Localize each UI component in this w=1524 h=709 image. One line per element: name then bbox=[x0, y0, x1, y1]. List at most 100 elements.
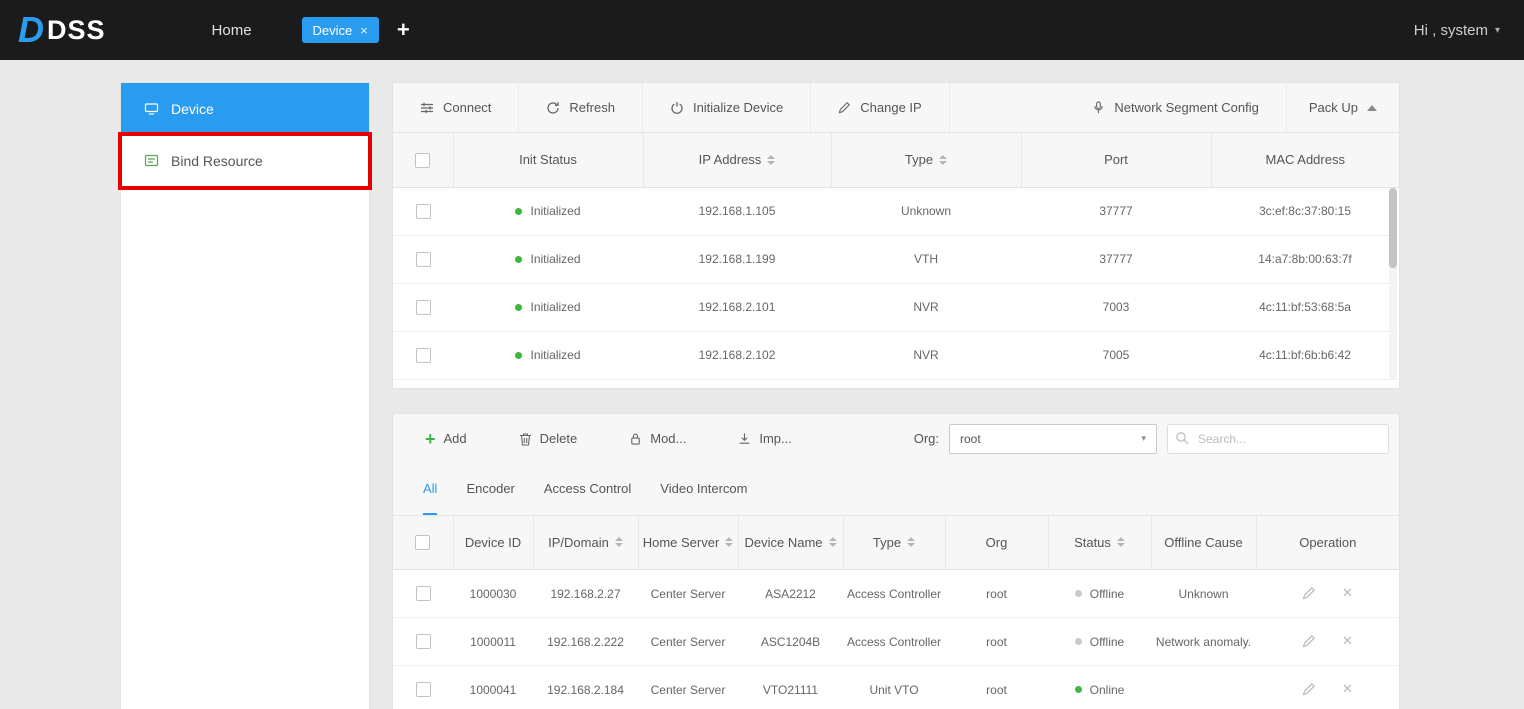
row-checkbox[interactable] bbox=[415, 347, 431, 363]
port-cell: 37777 bbox=[1021, 187, 1211, 236]
type-cell: Unknown bbox=[831, 187, 1021, 236]
ip-address-cell: 192.168.1.105 bbox=[643, 187, 831, 236]
mac-address-cell: 14:a7:8b:00:63:7f bbox=[1211, 235, 1399, 284]
row-checkbox[interactable] bbox=[415, 203, 431, 219]
connect-button[interactable]: Connect bbox=[393, 83, 520, 132]
tab-device[interactable]: Device × bbox=[301, 17, 379, 43]
modify-password-button[interactable]: Mod... bbox=[629, 431, 686, 446]
sort-icon[interactable] bbox=[1116, 537, 1125, 548]
tab-encoder[interactable]: Encoder bbox=[466, 464, 514, 515]
table-row: 1000030 192.168.2.27 Center Server ASA22… bbox=[393, 569, 1399, 618]
refresh-icon bbox=[546, 101, 560, 115]
lock-icon bbox=[629, 432, 642, 446]
add-tab-button[interactable]: + bbox=[397, 19, 410, 41]
pack-up-button[interactable]: Pack Up bbox=[1285, 83, 1399, 132]
mac-address-cell: 3c:ef:8c:37:80:15 bbox=[1211, 187, 1399, 236]
close-tab-icon[interactable]: × bbox=[360, 23, 368, 38]
col-device-name[interactable]: Device Name bbox=[738, 515, 844, 570]
col-ip-domain[interactable]: IP/Domain bbox=[533, 515, 639, 570]
org-cell: root bbox=[945, 665, 1048, 709]
edit-icon[interactable] bbox=[1302, 682, 1316, 696]
import-button[interactable]: Imp... bbox=[738, 431, 792, 446]
status-dot bbox=[1074, 686, 1082, 694]
org-select-value: root bbox=[960, 431, 981, 446]
col-org: Org bbox=[945, 515, 1049, 570]
org-cell: root bbox=[945, 569, 1048, 618]
offline-cause-cell bbox=[1151, 665, 1256, 709]
status-dot bbox=[515, 303, 523, 311]
select-all-checkbox[interactable] bbox=[415, 535, 431, 551]
sidebar-item-device[interactable]: Device bbox=[121, 83, 369, 135]
sort-icon[interactable] bbox=[725, 537, 734, 548]
add-device-button[interactable]: + Add bbox=[425, 430, 467, 448]
sort-icon[interactable] bbox=[907, 537, 916, 548]
discovery-toolbar: Connect Refresh Initialize Device Change… bbox=[393, 83, 1399, 133]
remove-icon[interactable]: ✕ bbox=[1342, 633, 1353, 649]
dss-logo-text: DSS bbox=[47, 14, 106, 45]
col-home-server[interactable]: Home Server bbox=[638, 515, 739, 570]
select-all-checkbox[interactable] bbox=[415, 152, 431, 168]
scrollbar-thumb[interactable] bbox=[1389, 188, 1397, 268]
mac-address-cell: 4c:11:bf:53:68:5a bbox=[1211, 283, 1399, 332]
refresh-button[interactable]: Refresh bbox=[519, 83, 643, 132]
sort-icon[interactable] bbox=[939, 154, 948, 165]
init-status-text: Initialized bbox=[530, 300, 581, 315]
col-status[interactable]: Status bbox=[1048, 515, 1152, 570]
table-row: 1000041 192.168.2.184 Center Server VTO2… bbox=[393, 665, 1399, 709]
col-type[interactable]: Type bbox=[843, 515, 946, 570]
connect-label: Connect bbox=[443, 100, 492, 115]
device-list-panel: + Add Delete Mod... Imp... Org: root ▾ S… bbox=[392, 412, 1400, 709]
tab-device-label: Device bbox=[312, 22, 353, 38]
tab-home[interactable]: Home bbox=[198, 22, 266, 39]
delete-label: Delete bbox=[539, 431, 578, 446]
ip-address-cell: 192.168.2.101 bbox=[643, 283, 831, 332]
row-checkbox[interactable] bbox=[415, 251, 431, 267]
device-id-cell: 1000041 bbox=[453, 665, 533, 709]
status-dot bbox=[1074, 590, 1082, 598]
sort-icon[interactable] bbox=[614, 537, 623, 548]
status-dot bbox=[515, 255, 523, 263]
row-checkbox[interactable] bbox=[415, 299, 431, 315]
initialize-device-button[interactable]: Initialize Device bbox=[643, 83, 812, 132]
mac-address-cell: 4c:11:bf:6b:b6:42 bbox=[1211, 331, 1399, 380]
network-segment-config-label: Network Segment Config bbox=[1114, 100, 1259, 115]
row-checkbox[interactable] bbox=[415, 682, 431, 698]
main-nav: Home Device × + bbox=[198, 17, 410, 43]
home-server-cell: Center Server bbox=[638, 617, 738, 666]
sidebar-item-bind-resource[interactable]: Bind Resource bbox=[118, 132, 372, 190]
col-mac-address: MAC Address bbox=[1211, 133, 1399, 188]
download-icon bbox=[738, 432, 751, 446]
import-label: Imp... bbox=[759, 431, 792, 446]
delete-device-button[interactable]: Delete bbox=[519, 431, 578, 446]
scrollbar-track[interactable] bbox=[1389, 188, 1397, 380]
remove-icon[interactable]: ✕ bbox=[1342, 585, 1353, 601]
connect-icon bbox=[420, 101, 434, 115]
col-port: Port bbox=[1021, 133, 1212, 188]
remove-icon[interactable]: ✕ bbox=[1342, 681, 1353, 697]
network-segment-config-button[interactable]: Network Segment Config bbox=[1065, 83, 1286, 132]
tab-access-control[interactable]: Access Control bbox=[544, 464, 631, 515]
change-ip-button[interactable]: Change IP bbox=[811, 83, 950, 132]
change-ip-label: Change IP bbox=[860, 100, 922, 115]
search-input[interactable] bbox=[1167, 423, 1389, 454]
tab-all[interactable]: All bbox=[423, 464, 438, 515]
org-select[interactable]: root ▾ bbox=[949, 423, 1157, 454]
table-row: Initialized 192.168.2.102 NVR 7005 4c:11… bbox=[393, 331, 1399, 380]
edit-icon[interactable] bbox=[1302, 586, 1316, 600]
row-checkbox[interactable] bbox=[415, 634, 431, 650]
user-menu[interactable]: Hi , system ▾ bbox=[1414, 22, 1500, 39]
edit-icon[interactable] bbox=[1302, 634, 1316, 648]
status-dot bbox=[1074, 638, 1082, 646]
search-icon bbox=[1175, 431, 1189, 445]
refresh-label: Refresh bbox=[569, 100, 615, 115]
sort-icon[interactable] bbox=[828, 537, 837, 548]
sort-icon[interactable] bbox=[767, 154, 776, 165]
device-type-tabs: All Encoder Access Control Video Interco… bbox=[393, 463, 1399, 516]
col-ip-address[interactable]: IP Address bbox=[643, 133, 832, 188]
tab-video-intercom[interactable]: Video Intercom bbox=[660, 464, 747, 515]
row-checkbox[interactable] bbox=[415, 586, 431, 602]
table-header-row: Init Status IP Address Type Port MAC Add… bbox=[393, 133, 1399, 188]
col-type[interactable]: Type bbox=[831, 133, 1022, 188]
ip-address-cell: 192.168.1.199 bbox=[643, 235, 831, 284]
offline-cause-cell: Unknown bbox=[1151, 569, 1256, 618]
